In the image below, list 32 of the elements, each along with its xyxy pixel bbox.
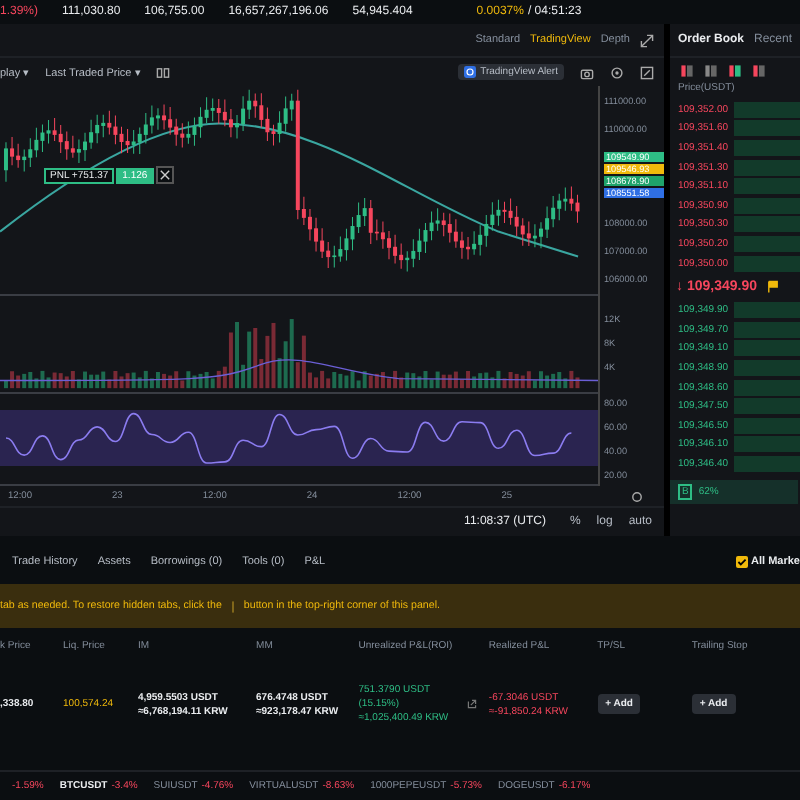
book-layout-icon[interactable] xyxy=(680,63,694,77)
flag-icon xyxy=(766,279,781,294)
alert-icon xyxy=(464,66,477,78)
depth-bar xyxy=(734,216,800,233)
depth-bar xyxy=(734,379,800,396)
depth-bar xyxy=(734,197,800,214)
depth-bar xyxy=(734,417,800,434)
depth-bar xyxy=(734,178,800,195)
close-icon[interactable] xyxy=(155,166,174,184)
indicator-icon[interactable] xyxy=(156,65,171,79)
fullscreen-icon[interactable] xyxy=(640,65,654,79)
share-icon[interactable] xyxy=(466,698,478,710)
depth-bar xyxy=(734,101,800,118)
depth-bar xyxy=(734,159,800,176)
divider-icon xyxy=(229,599,236,613)
depth-bar xyxy=(734,255,800,272)
depth-bar xyxy=(734,321,800,338)
camera-icon[interactable] xyxy=(580,65,594,79)
depth-bar xyxy=(734,340,800,357)
depth-bar xyxy=(734,302,800,319)
depth-bar xyxy=(734,398,800,415)
expand-icon[interactable] xyxy=(640,33,654,47)
checkbox[interactable] xyxy=(735,556,748,568)
book-layout-icon[interactable] xyxy=(728,63,742,77)
book-layout-icon[interactable] xyxy=(752,63,766,77)
depth-bar xyxy=(734,120,800,137)
depth-bar xyxy=(734,436,800,453)
book-layout-icon[interactable] xyxy=(704,63,718,77)
depth-bar xyxy=(734,455,800,472)
depth-bar xyxy=(734,139,800,156)
depth-bar xyxy=(734,359,800,376)
depth-bar xyxy=(734,235,800,252)
